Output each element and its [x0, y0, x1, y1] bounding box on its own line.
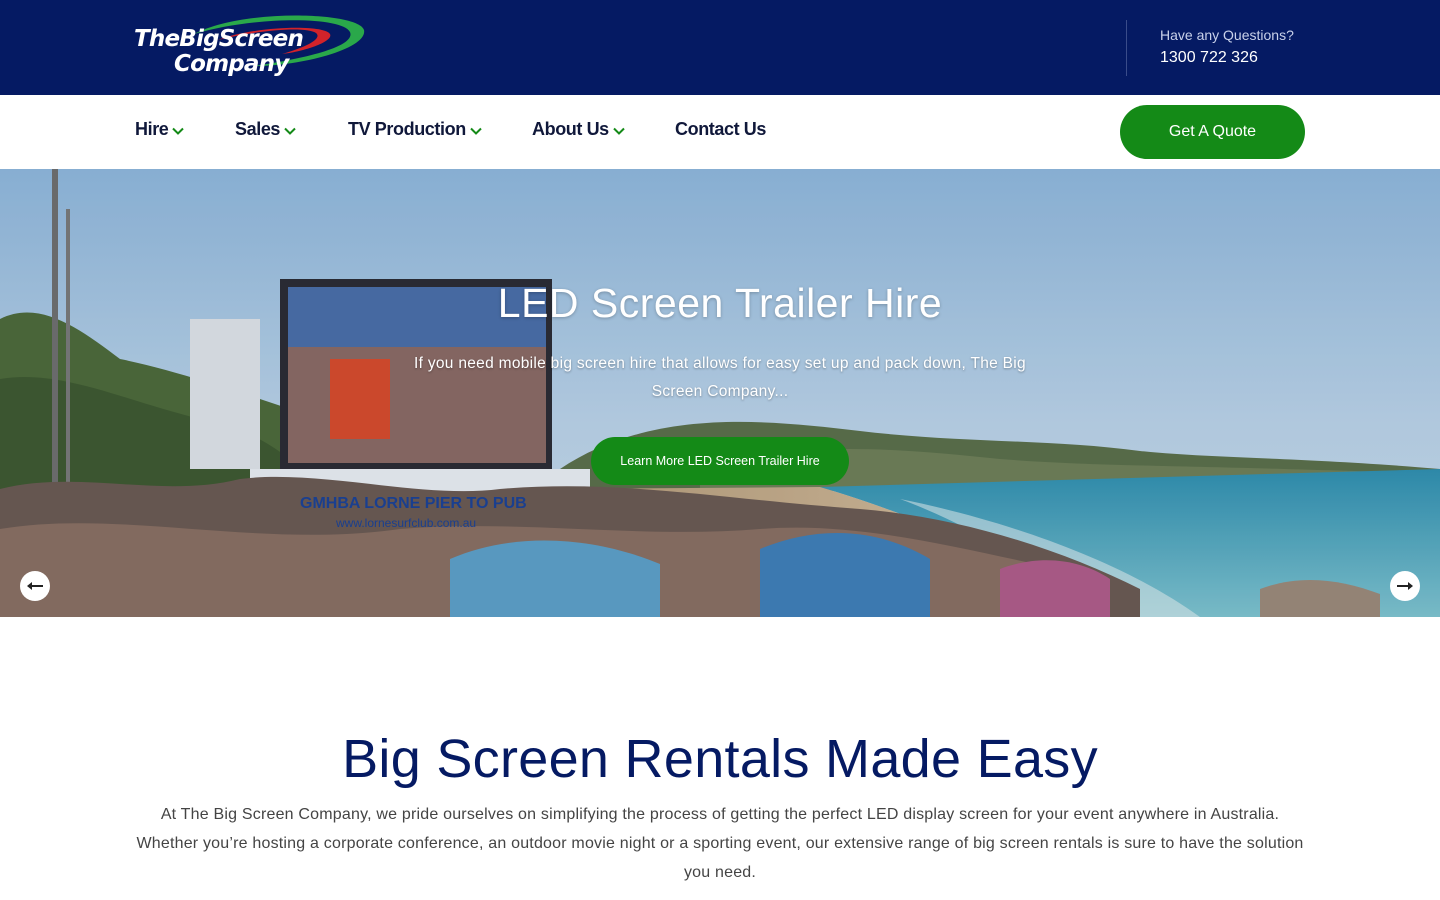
nav-item-label: Hire: [135, 119, 169, 139]
arrow-left-icon: [27, 582, 43, 590]
nav-item-contact-us[interactable]: Contact Us: [675, 119, 766, 140]
questions-label: Have any Questions?: [1160, 27, 1294, 43]
logo-text-line1: TheBigScreen: [134, 26, 304, 52]
nav-item-tv-production[interactable]: TV Production: [348, 119, 482, 140]
arrow-right-icon: [1397, 582, 1413, 590]
nav-item-hire[interactable]: Hire: [135, 119, 185, 140]
logo-text-line2: Company: [174, 51, 289, 77]
chevron-down-icon: [613, 127, 625, 135]
nav-item-label: About Us: [532, 119, 609, 139]
section-intro-text: At The Big Screen Company, we pride ours…: [136, 806, 1304, 881]
get-a-quote-button[interactable]: Get A Quote: [1120, 105, 1305, 159]
nav-item-about-us[interactable]: About Us: [532, 119, 625, 140]
nav-item-label: TV Production: [348, 119, 466, 139]
chevron-down-icon: [470, 127, 482, 135]
main-navigation: Hire Sales TV Production About Us Contac…: [0, 95, 1440, 169]
nav-item-sales[interactable]: Sales: [235, 119, 296, 140]
learn-more-button[interactable]: Learn More LED Screen Trailer Hire: [591, 437, 849, 485]
chevron-down-icon: [172, 127, 185, 135]
nav-item-label: Contact Us: [675, 119, 767, 139]
trailer-banner-url: www.lornesurfclub.com.au: [336, 516, 477, 530]
top-header: TheBigScreen Company Have any Questions?…: [0, 0, 1440, 95]
hero-subtitle: If you need mobile big screen hire that …: [414, 355, 1026, 400]
section-title: Big Screen Rentals Made Easy: [342, 729, 1098, 789]
phone-number-link[interactable]: 1300 722 326: [1160, 49, 1258, 67]
slider-prev-button[interactable]: [20, 571, 50, 601]
nav-item-label: Sales: [235, 119, 281, 139]
slider-next-button[interactable]: [1390, 571, 1420, 601]
chevron-down-icon: [284, 127, 296, 135]
company-logo[interactable]: TheBigScreen Company: [134, 14, 366, 80]
hero-title: LED Screen Trailer Hire: [497, 280, 943, 326]
trailer-banner-text: GMHBA LORNE PIER TO PUB: [300, 495, 527, 512]
header-divider: [1126, 20, 1127, 76]
hero-slider: GMHBA LORNE PIER TO PUB www.lornesurfclu…: [0, 169, 1440, 617]
